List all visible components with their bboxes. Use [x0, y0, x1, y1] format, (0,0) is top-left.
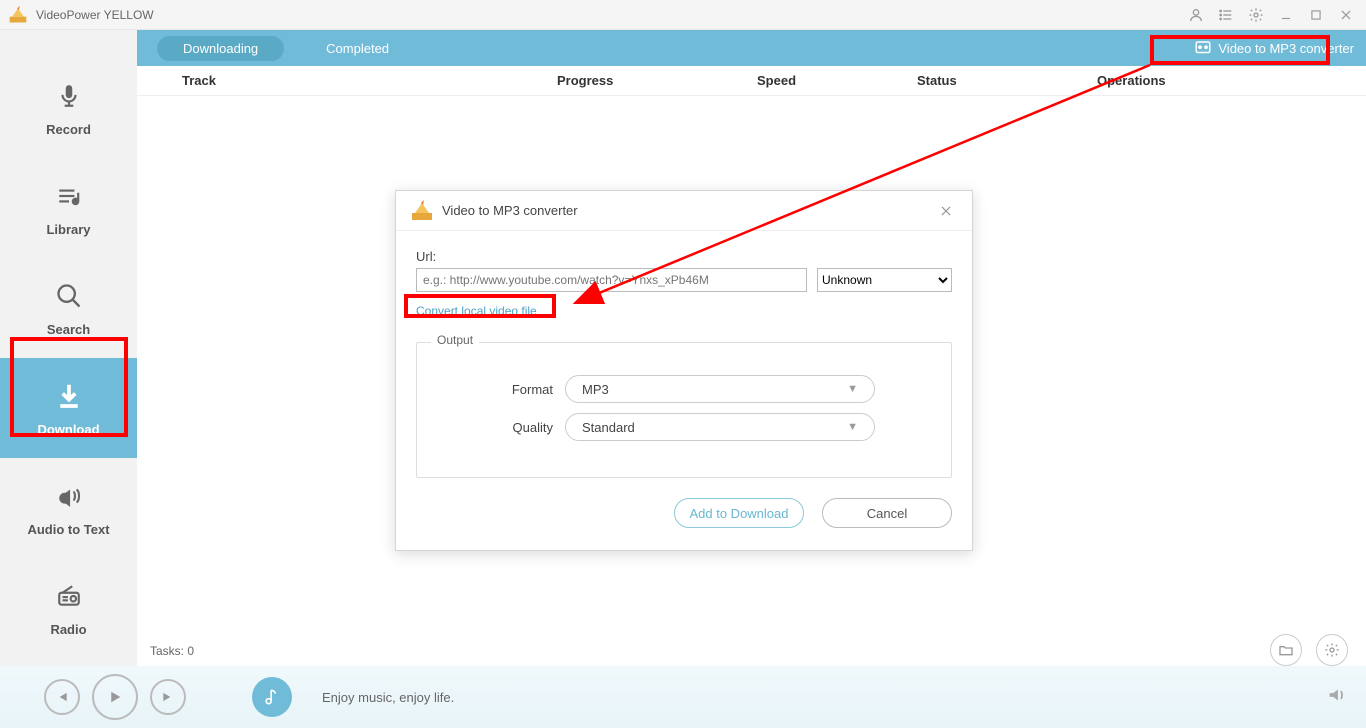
- format-label: Format: [493, 382, 553, 397]
- sidebar-item-label: Radio: [50, 622, 86, 637]
- tab-downloading[interactable]: Downloading: [157, 36, 284, 61]
- tabbar: Downloading Completed Video to MP3 conve…: [137, 30, 1366, 66]
- app-logo: [8, 5, 28, 25]
- play-button[interactable]: [92, 674, 138, 720]
- output-fieldset: Output Format MP3 ▼ Quality Standard ▼: [416, 342, 952, 478]
- audio-text-icon: [53, 480, 85, 512]
- converter-icon: [1194, 39, 1212, 57]
- sidebar: Record Library Search Download Audio to …: [0, 30, 137, 666]
- sidebar-item-library[interactable]: Library: [0, 158, 137, 258]
- quality-label: Quality: [493, 420, 553, 435]
- player-bar: Enjoy music, enjoy life.: [0, 666, 1366, 728]
- format-value: MP3: [582, 382, 609, 397]
- video-to-mp3-button[interactable]: Video to MP3 converter: [1182, 30, 1366, 66]
- col-operations: Operations: [1097, 73, 1366, 88]
- source-select[interactable]: Unknown: [817, 268, 952, 292]
- sidebar-item-download[interactable]: Download: [0, 358, 137, 458]
- maximize-button[interactable]: [1304, 3, 1328, 27]
- url-label: Url:: [416, 249, 952, 264]
- url-input[interactable]: [416, 268, 807, 292]
- gear-icon[interactable]: [1244, 3, 1268, 27]
- library-icon: [53, 180, 85, 212]
- minimize-button[interactable]: [1274, 3, 1298, 27]
- user-icon[interactable]: [1184, 3, 1208, 27]
- quality-value: Standard: [582, 420, 635, 435]
- tab-completed[interactable]: Completed: [300, 36, 415, 61]
- player-tagline: Enjoy music, enjoy life.: [322, 690, 454, 705]
- col-speed: Speed: [757, 73, 917, 88]
- prev-button[interactable]: [44, 679, 80, 715]
- converter-dialog: Video to MP3 converter Url: Unknown Conv…: [395, 190, 973, 551]
- mic-icon: [53, 80, 85, 112]
- titlebar: VideoPower YELLOW: [0, 0, 1366, 30]
- next-button[interactable]: [150, 679, 186, 715]
- settings-button[interactable]: [1316, 634, 1348, 666]
- music-note-icon: [252, 677, 292, 717]
- col-track: Track: [137, 73, 557, 88]
- dialog-title: Video to MP3 converter: [442, 203, 934, 218]
- column-headers: Track Progress Speed Status Operations: [137, 66, 1366, 96]
- quality-select[interactable]: Standard ▼: [565, 413, 875, 441]
- sidebar-item-label: Record: [46, 122, 91, 137]
- sidebar-item-label: Library: [46, 222, 90, 237]
- download-icon: [53, 380, 85, 412]
- col-progress: Progress: [557, 73, 757, 88]
- video-to-mp3-label: Video to MP3 converter: [1218, 41, 1354, 56]
- close-button[interactable]: [1334, 3, 1358, 27]
- sidebar-item-record[interactable]: Record: [0, 58, 137, 158]
- add-to-download-button[interactable]: Add to Download: [674, 498, 804, 528]
- dialog-logo: [410, 199, 434, 223]
- app-title: VideoPower YELLOW: [36, 8, 1178, 22]
- search-icon: [53, 280, 85, 312]
- chevron-down-icon: ▼: [847, 383, 858, 395]
- radio-icon: [53, 580, 85, 612]
- convert-local-link[interactable]: Convert local video file: [416, 304, 537, 318]
- chevron-down-icon: ▼: [847, 421, 858, 433]
- cancel-button[interactable]: Cancel: [822, 498, 952, 528]
- col-status: Status: [917, 73, 1097, 88]
- list-icon[interactable]: [1214, 3, 1238, 27]
- sidebar-item-audio-to-text[interactable]: Audio to Text: [0, 458, 137, 558]
- volume-icon[interactable]: [1326, 684, 1348, 711]
- sidebar-item-search[interactable]: Search: [0, 258, 137, 358]
- sidebar-item-label: Download: [37, 422, 99, 437]
- format-select[interactable]: MP3 ▼: [565, 375, 875, 403]
- output-legend: Output: [431, 333, 479, 347]
- dialog-close-button[interactable]: [934, 199, 958, 223]
- sidebar-item-radio[interactable]: Radio: [0, 558, 137, 658]
- sidebar-item-label: Search: [47, 322, 90, 337]
- dialog-header: Video to MP3 converter: [396, 191, 972, 231]
- sidebar-item-label: Audio to Text: [27, 522, 109, 537]
- tasks-count: Tasks: 0: [150, 644, 194, 658]
- open-folder-button[interactable]: [1270, 634, 1302, 666]
